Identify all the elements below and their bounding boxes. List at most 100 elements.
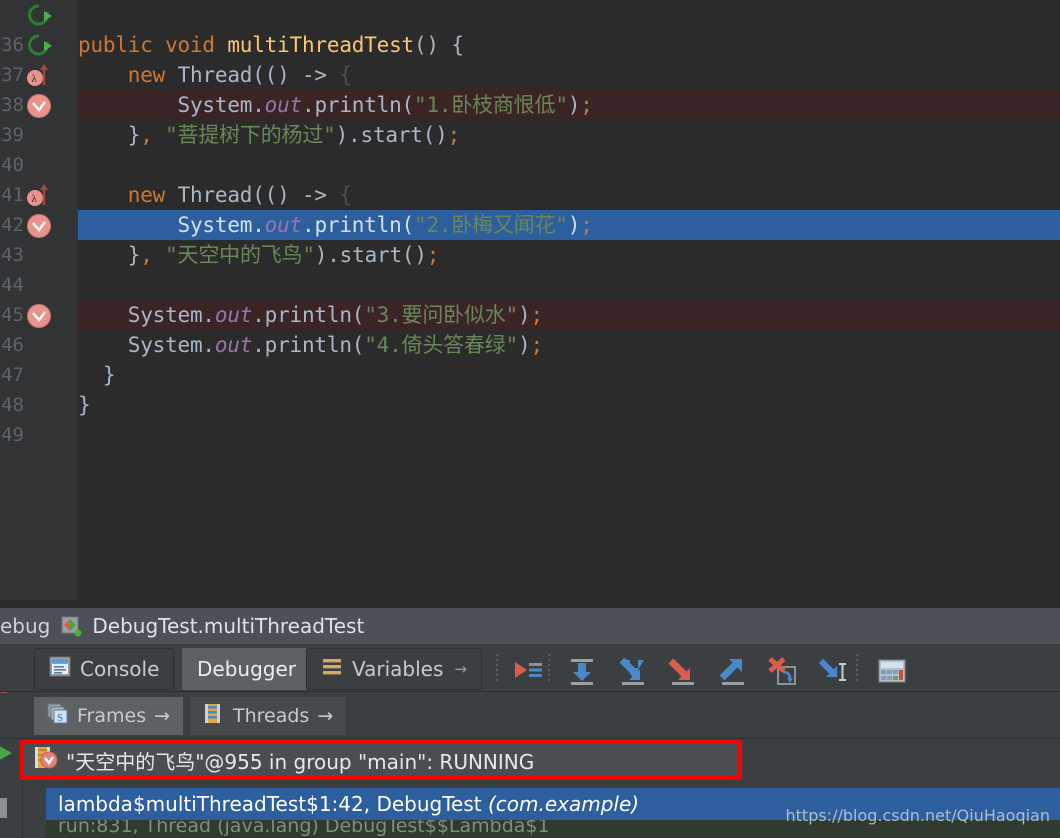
code-line-text: System.out.println("3.要问卧似水");: [78, 300, 543, 330]
code-line[interactable]: 49: [0, 420, 1060, 450]
gutter-cell[interactable]: [0, 0, 78, 30]
tab-variables-detach-arrow[interactable]: →: [454, 660, 467, 678]
code-token: ,: [140, 123, 166, 147]
subtab-frames[interactable]: S Frames →: [34, 697, 184, 735]
thread-suspended-icon: [32, 745, 58, 775]
code-token: ;: [530, 333, 543, 357]
gutter-cell[interactable]: 47: [0, 360, 78, 390]
threads-icon: [203, 703, 225, 729]
code-line[interactable]: 41 λ new Thread(() -> {: [0, 180, 1060, 210]
stop-icon[interactable]: [0, 794, 22, 820]
code-token: {: [339, 183, 352, 207]
debug-config-icon[interactable]: [60, 615, 82, 637]
gutter-cell[interactable]: 45: [0, 300, 78, 330]
code-line[interactable]: 46 System.out.println("4.倚头答春绿");: [0, 330, 1060, 360]
code-token: .println(: [252, 333, 365, 357]
code-line[interactable]: 39 }, "菩提树下的杨过").start();: [0, 120, 1060, 150]
gutter-cell[interactable]: 37 λ: [0, 60, 78, 90]
subtab-frames-detach-arrow[interactable]: →: [154, 705, 170, 727]
code-line[interactable]: 37 λ new Thread(() -> {: [0, 60, 1060, 90]
code-line[interactable]: 43 }, "天空中的飞鸟").start();: [0, 240, 1060, 270]
thread-row[interactable]: "天空中的飞鸟"@955 in group "main": RUNNING: [20, 740, 742, 780]
step-out-icon[interactable]: [716, 656, 748, 686]
debug-tabbar[interactable]: Console Debugger Variables →: [0, 644, 1060, 692]
gutter-cell[interactable]: 42: [0, 210, 78, 240]
gutter-cell[interactable]: 41 λ: [0, 180, 78, 210]
code-line-text: System.out.println("2.卧梅又闻花");: [78, 210, 593, 240]
show-execution-point-icon[interactable]: [512, 656, 544, 686]
code-line[interactable]: 48}: [0, 390, 1060, 420]
gutter-cell[interactable]: 48: [0, 390, 78, 420]
code-token: }: [78, 363, 116, 387]
rerun-icon[interactable]: [26, 3, 52, 28]
line-number: 46: [1, 334, 24, 356]
code-token: .println(: [252, 303, 365, 327]
code-token: ;: [580, 213, 593, 237]
code-token: multiThreadTest: [227, 33, 414, 57]
gutter-cell[interactable]: 40: [0, 150, 78, 180]
code-line[interactable]: 38 System.out.println("1.卧枝商恨低");: [0, 90, 1060, 120]
breakpoint-done-icon[interactable]: [26, 213, 52, 238]
code-token: "2.卧梅又闻花": [414, 213, 568, 237]
gutter-cell[interactable]: 38: [0, 90, 78, 120]
stack-frame-label: lambda$multiThreadTest$1:42, DebugTest (…: [58, 792, 639, 816]
gutter-cell[interactable]: 43: [0, 240, 78, 270]
gutter-cell[interactable]: 46: [0, 330, 78, 360]
lambda-breakpoint-icon[interactable]: λ: [26, 63, 52, 88]
code-line-container[interactable]: 36 public void multiThreadTest() {37 λ new…: [0, 0, 1060, 450]
line-number: 47: [1, 364, 24, 386]
line-number: 37: [1, 64, 24, 86]
panel-divider[interactable]: [0, 600, 1060, 608]
breakpoint-done-icon[interactable]: [26, 93, 52, 118]
code-editor[interactable]: 36 public void multiThreadTest() {37 λ new…: [0, 0, 1060, 600]
code-line-text: public void multiThreadTest() {: [78, 30, 464, 60]
code-line[interactable]: 45 System.out.println("3.要问卧似水");: [0, 300, 1060, 330]
code-token: public void: [78, 33, 228, 57]
code-line[interactable]: 40: [0, 150, 1060, 180]
code-token: "菩提树下的杨过": [165, 123, 336, 147]
subtab-threads[interactable]: Threads →: [190, 697, 347, 735]
code-token: ): [518, 333, 531, 357]
lambda-breakpoint-icon[interactable]: λ: [26, 183, 52, 208]
code-token: ;: [426, 243, 440, 267]
run-to-cursor-icon[interactable]: [816, 656, 848, 686]
gutter-cell[interactable]: 39: [0, 120, 78, 150]
evaluate-expression-icon[interactable]: [876, 656, 908, 686]
code-line[interactable]: 44: [0, 270, 1060, 300]
drop-frame-icon[interactable]: [766, 656, 798, 686]
code-line-text: [78, 0, 140, 30]
run-configuration-name: DebugTest.multiThreadTest: [92, 614, 365, 638]
line-number: 39: [1, 124, 24, 146]
code-line-text: }, "菩提树下的杨过").start();: [78, 120, 461, 150]
code-token: Thread(() ->: [177, 183, 340, 207]
force-step-into-icon[interactable]: [666, 656, 698, 686]
tab-console-label: Console: [80, 657, 160, 681]
breakpoint-done-icon[interactable]: [26, 303, 52, 328]
tab-variables[interactable]: Variables →: [306, 648, 482, 690]
tab-console[interactable]: Console: [34, 648, 175, 690]
line-number: 48: [1, 394, 24, 416]
stack-frame-package: (com.example): [487, 792, 640, 816]
tab-debugger[interactable]: Debugger: [182, 648, 311, 690]
step-over-icon[interactable]: [566, 656, 598, 686]
code-token: System.: [78, 303, 215, 327]
code-line-text: }: [78, 360, 116, 390]
code-token: .println(: [302, 93, 414, 117]
subtab-threads-detach-arrow[interactable]: →: [317, 705, 333, 727]
code-line[interactable]: 47 }: [0, 360, 1060, 390]
code-token: }: [78, 393, 91, 417]
code-token: "天空中的飞鸟": [165, 243, 315, 267]
rerun-icon[interactable]: [26, 33, 52, 58]
code-token: System.: [78, 333, 215, 357]
toolbar-separator-2: [548, 654, 550, 684]
step-into-icon[interactable]: [616, 656, 648, 686]
gutter-cell[interactable]: 44: [0, 270, 78, 300]
code-line[interactable]: 42 System.out.println("2.卧梅又闻花");: [0, 210, 1060, 240]
code-line[interactable]: 36 public void multiThreadTest() {: [0, 30, 1060, 60]
debug-subtabbar[interactable]: S Frames → Threads →: [0, 693, 1060, 739]
rerun-icon[interactable]: [0, 740, 22, 766]
gutter-cell[interactable]: 36: [0, 30, 78, 60]
gutter-cell[interactable]: 49: [0, 420, 78, 450]
code-line[interactable]: [0, 0, 1060, 30]
